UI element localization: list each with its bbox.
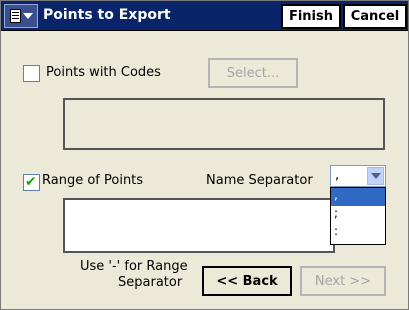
name-separator-select[interactable]: , xyxy=(330,165,386,187)
list-item[interactable]: , xyxy=(331,188,385,206)
finish-button[interactable]: Finish xyxy=(281,4,341,29)
page-title: Points to Export xyxy=(43,7,171,23)
title-bar: Points to Export Finish Cancel xyxy=(1,1,408,31)
range-of-points-checkbox[interactable]: ✔ xyxy=(23,174,40,191)
range-of-points-label: Range of Points xyxy=(42,173,144,188)
name-separator-value: , xyxy=(335,168,340,183)
range-field[interactable] xyxy=(63,198,335,253)
cancel-button[interactable]: Cancel xyxy=(343,4,407,29)
points-with-codes-label: Points with Codes xyxy=(46,65,161,80)
menu-button[interactable] xyxy=(4,4,38,28)
select-codes-button[interactable]: Select... xyxy=(208,58,298,88)
range-hint-line1: Use '-' for Range xyxy=(80,259,188,274)
back-button[interactable]: << Back xyxy=(202,266,292,296)
list-item[interactable]: ; xyxy=(331,206,385,224)
points-to-export-window: Points to Export Finish Cancel Points wi… xyxy=(0,0,409,310)
codes-field[interactable] xyxy=(63,98,385,150)
next-button[interactable]: Next >> xyxy=(300,266,386,296)
points-with-codes-checkbox[interactable] xyxy=(23,65,40,82)
range-hint-line2: Separator xyxy=(118,275,183,290)
separator-dropdown-list: , ; : xyxy=(330,187,386,245)
chevron-down-icon[interactable] xyxy=(367,167,384,185)
chevron-down-icon xyxy=(22,13,33,19)
name-separator-label: Name Separator xyxy=(206,173,313,188)
list-item[interactable]: : xyxy=(331,224,385,242)
document-menu-icon xyxy=(9,9,21,23)
check-icon: ✔ xyxy=(25,174,37,190)
